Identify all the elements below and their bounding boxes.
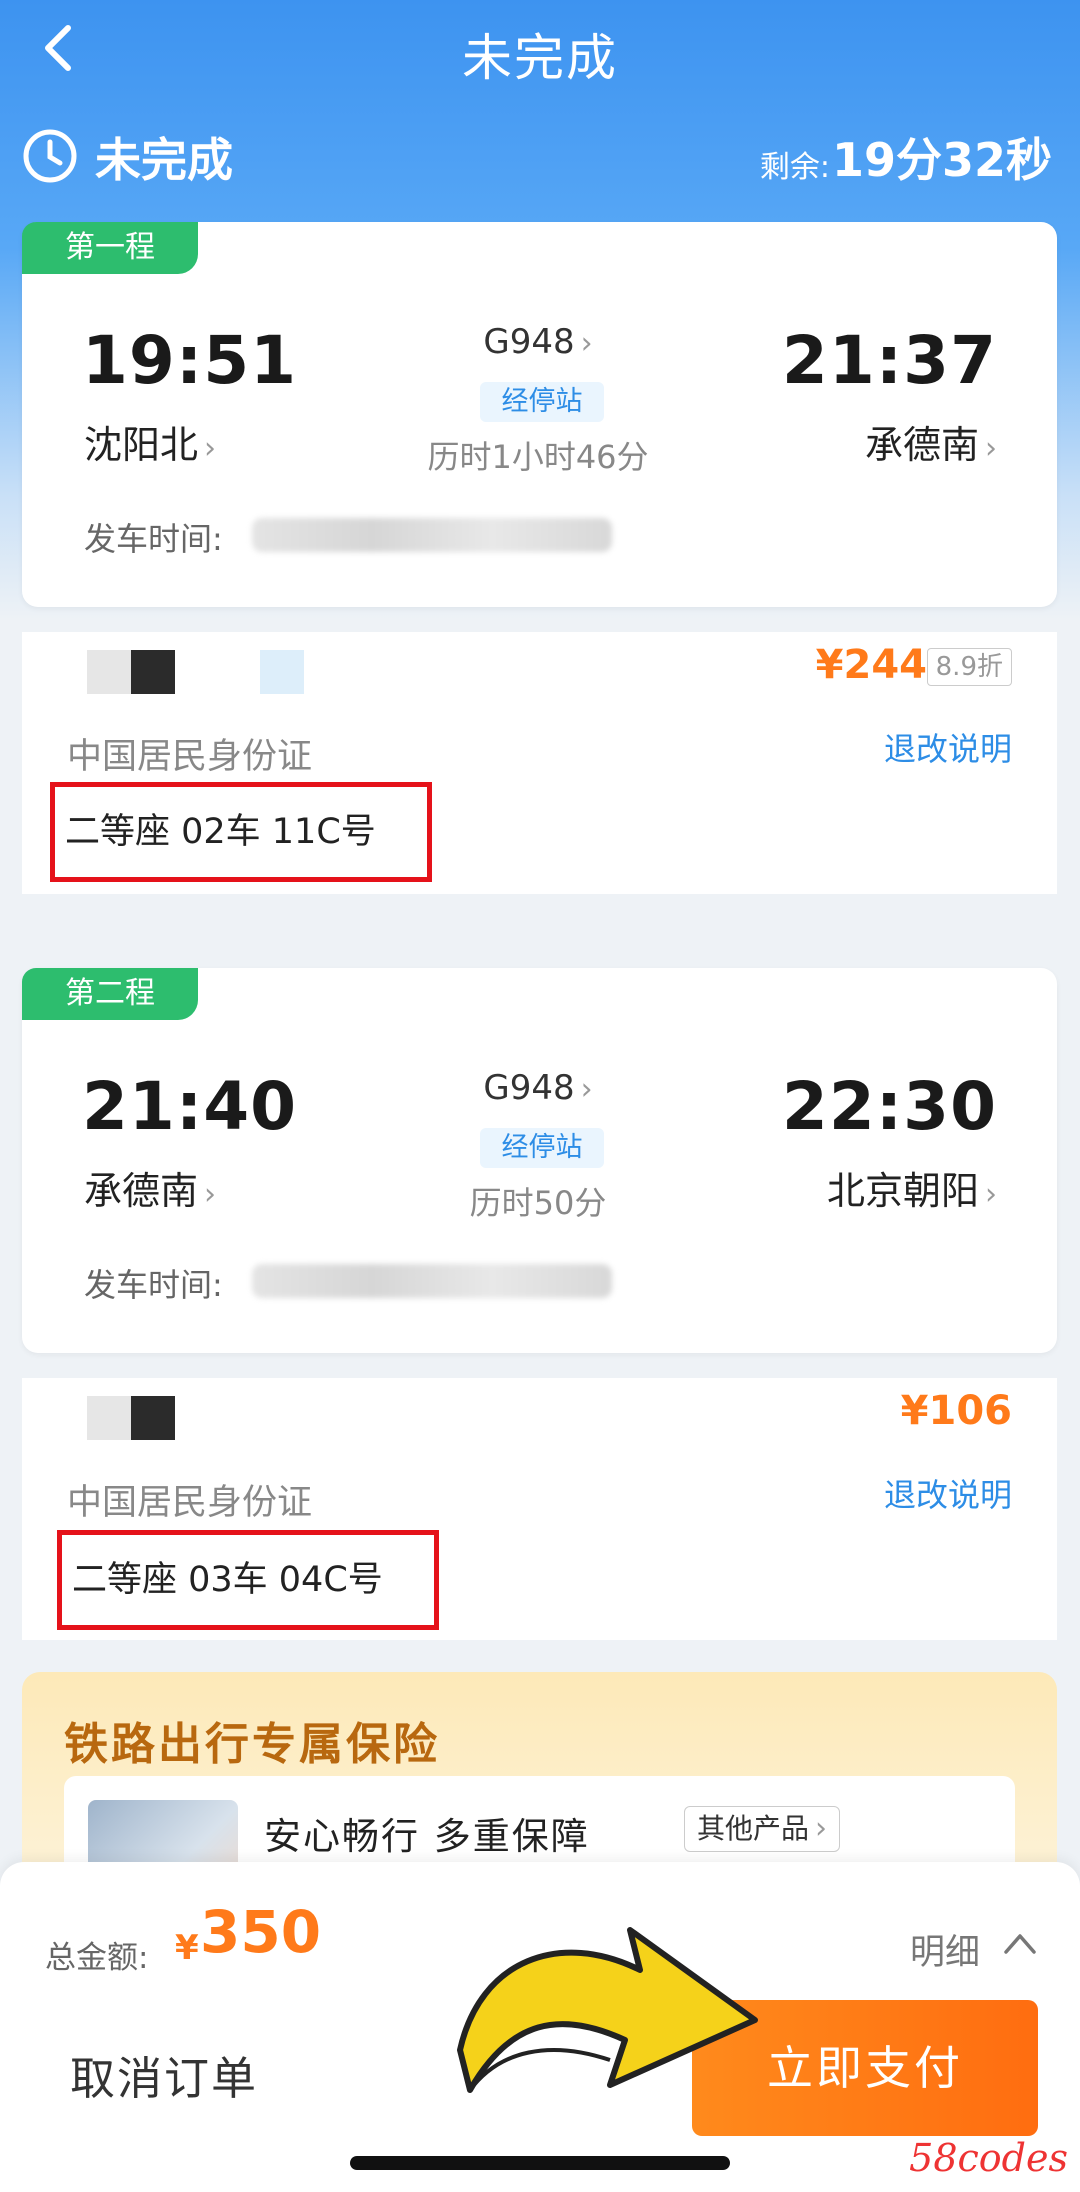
price-detail-toggle[interactable]: 明细 — [910, 1924, 980, 1975]
ticket-price: ¥244 — [815, 642, 927, 688]
ticket-price: ¥106 — [900, 1388, 1012, 1434]
passenger-avatar — [87, 1396, 131, 1440]
departure-date-label: 发车时间: — [84, 1266, 223, 1304]
status-text: 未完成 — [95, 133, 233, 187]
cancel-order-button[interactable]: 取消订单 — [70, 2042, 258, 2107]
insurance-title: 铁路出行专属保险 — [64, 1719, 440, 1770]
passenger-name-blur — [260, 650, 304, 694]
blurred-date — [252, 518, 612, 552]
chevron-right-icon: › — [985, 1177, 997, 1212]
page-title: 未完成 — [462, 29, 618, 87]
passenger-avatar — [131, 650, 175, 694]
duration: 历时1小时46分 — [427, 438, 649, 476]
chevron-right-icon: › — [580, 326, 593, 361]
id-type: 中国居民身份证 — [67, 1483, 313, 1523]
total-amount: 350 — [200, 1898, 322, 1966]
remain-countdown: 19分32秒 — [831, 133, 1052, 187]
total-label: 总金额: — [45, 1940, 149, 1976]
departure-station[interactable]: 承德南 › — [84, 1160, 216, 1215]
chevron-right-icon: › — [985, 431, 997, 466]
arrival-time: 21:37 — [781, 322, 997, 399]
seat-info: 二等座 02车 11C号 — [50, 782, 432, 882]
departure-time: 21:40 — [82, 1068, 298, 1145]
train-number[interactable]: G948 › — [388, 322, 688, 362]
home-indicator — [350, 2156, 730, 2170]
leg-card-1: 第一程 19:51 沈阳北 › G948 › 经停站 历时1小时46分 21:37 … — [22, 222, 1057, 607]
pointing-arrow — [457, 1927, 758, 2093]
arrival-station[interactable]: 北京朝阳 › — [827, 1160, 997, 1215]
passenger-card-2: ¥106 中国居民身份证 退改说明 二等座 03车 04C号 — [22, 1378, 1057, 1640]
insurance-card: 铁路出行专属保险 安心畅行 多重保障 其他产品 › — [22, 1672, 1057, 1892]
chevron-up-icon[interactable] — [1000, 1924, 1040, 1964]
discount-badge: 8.9折 — [926, 648, 1012, 686]
blurred-date — [252, 1264, 612, 1298]
order-status-row: 未完成 剩余: 19分32秒 — [0, 118, 1080, 198]
chevron-right-icon: › — [204, 431, 217, 466]
arrival-station[interactable]: 承德南 › — [865, 414, 997, 469]
leg-card-2: 第二程 21:40 承德南 › G948 › 经停站 历时50分 22:30 北京朝… — [22, 968, 1057, 1353]
stops-badge[interactable]: 经停站 — [480, 382, 604, 422]
refund-policy-link[interactable]: 退改说明 — [884, 724, 1012, 770]
remain-label: 剩余: — [759, 150, 830, 185]
duration: 历时50分 — [469, 1184, 607, 1222]
clock-icon — [23, 129, 77, 183]
seat-info: 二等座 03车 04C号 — [57, 1530, 439, 1630]
chevron-right-icon: › — [580, 1072, 593, 1107]
train-number[interactable]: G948 › — [388, 1068, 688, 1108]
stops-badge[interactable]: 经停站 — [480, 1128, 604, 1168]
departure-date-label: 发车时间: — [84, 520, 223, 558]
id-type: 中国居民身份证 — [67, 737, 313, 777]
nav-bar: 未完成 — [0, 0, 1080, 100]
refund-policy-link[interactable]: 退改说明 — [884, 1470, 1012, 1516]
arrival-time: 22:30 — [781, 1068, 997, 1145]
insurance-slogan: 安心畅行 多重保障 — [264, 1815, 590, 1858]
departure-station[interactable]: 沈阳北 › — [84, 414, 216, 469]
leg-tag: 第二程 — [22, 968, 198, 1020]
passenger-avatar — [87, 650, 131, 694]
passenger-card-1: ¥244 8.9折 中国居民身份证 退改说明 二等座 02车 11C号 — [22, 632, 1057, 894]
leg-tag: 第一程 — [22, 222, 198, 274]
currency-symbol: ¥ — [175, 1928, 199, 1968]
other-products-button[interactable]: 其他产品 › — [684, 1806, 841, 1852]
chevron-right-icon: › — [204, 1177, 217, 1212]
watermark: 58codes — [909, 2136, 1068, 2180]
chevron-right-icon: › — [815, 1811, 828, 1846]
departure-time: 19:51 — [82, 322, 298, 399]
passenger-avatar — [131, 1396, 175, 1440]
